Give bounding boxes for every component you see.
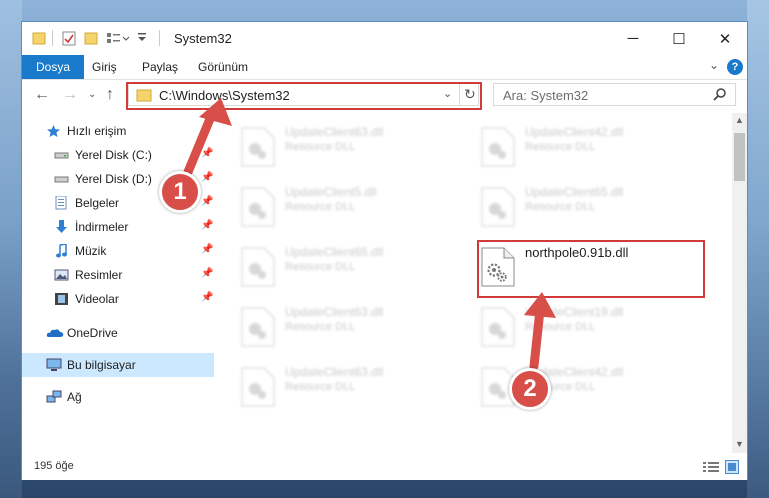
arrow-head-icon: [524, 292, 556, 318]
annotation-arrows: [183, 98, 556, 371]
step-1-callout: 1: [159, 171, 201, 213]
step-2-callout: 2: [509, 368, 551, 410]
